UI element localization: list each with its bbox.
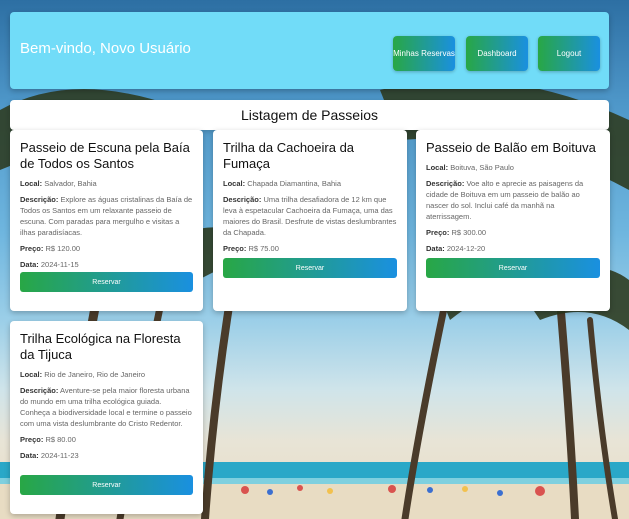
date-value: 2024-11-15 <box>40 260 79 269</box>
location-value: Chapada Diamantina, Bahia <box>247 179 341 188</box>
tour-location: Local: Chapada Diamantina, Bahia <box>223 178 397 189</box>
location-value: Salvador, Bahia <box>44 179 97 188</box>
location-label: Local: <box>20 370 43 379</box>
tour-title: Passeio de Balão em Boituva <box>426 140 596 155</box>
description-label: Descrição: <box>426 179 465 188</box>
tour-date: Data: 2024-11-15 <box>20 259 193 270</box>
date-label: Data: <box>426 244 445 253</box>
listing-title: Listagem de Passeios <box>10 100 609 130</box>
date-label: Data: <box>20 451 39 460</box>
location-value: Rio de Janeiro, Rio de Janeiro <box>44 370 146 379</box>
price-label: Preço: <box>20 435 44 444</box>
date-value: 2024-11-23 <box>40 451 79 460</box>
tour-price: Preço: R$ 300.00 <box>426 227 600 238</box>
tour-title: Trilha da Cachoeira da Fumaça <box>223 140 355 171</box>
location-value: Boituva, São Paulo <box>450 163 514 172</box>
tour-location: Local: Salvador, Bahia <box>20 178 193 189</box>
location-label: Local: <box>223 179 246 188</box>
tour-description: Descrição: Explore as águas cristalinas … <box>20 194 193 238</box>
my-reservations-button[interactable]: Minhas Reservas <box>393 36 455 71</box>
description-label: Descrição: <box>223 195 262 204</box>
description-label: Descrição: <box>20 195 59 204</box>
date-label: Data: <box>20 260 39 269</box>
reserve-button[interactable]: Reservar <box>223 258 397 278</box>
price-value: R$ 75.00 <box>248 244 279 253</box>
tour-price: Preço: R$ 80.00 <box>20 434 193 445</box>
tour-location: Local: Boituva, São Paulo <box>426 162 600 173</box>
dashboard-button[interactable]: Dashboard <box>466 36 528 71</box>
tour-card: Trilha Ecológica na Floresta da Tijuca L… <box>10 321 203 514</box>
tour-card: Passeio de Escuna pela Baía de Todos os … <box>10 130 203 311</box>
price-label: Preço: <box>223 244 247 253</box>
tour-price: Preço: R$ 120.00 <box>20 243 193 254</box>
price-value: R$ 120.00 <box>45 244 81 253</box>
tour-card: Trilha da Cachoeira da Fumaça Local: Cha… <box>213 130 407 311</box>
reserve-button[interactable]: Reservar <box>20 475 193 495</box>
tour-date: Data: 2024-12-20 <box>426 243 600 254</box>
location-label: Local: <box>426 163 449 172</box>
tour-location: Local: Rio de Janeiro, Rio de Janeiro <box>20 369 193 380</box>
price-label: Preço: <box>426 228 450 237</box>
price-value: R$ 80.00 <box>45 435 76 444</box>
location-label: Local: <box>20 179 43 188</box>
reserve-button[interactable]: Reservar <box>20 272 193 292</box>
welcome-message: Bem-vindo, Novo Usuário <box>20 40 191 57</box>
header-bar: Bem-vindo, Novo Usuário Minhas Reservas … <box>10 12 609 89</box>
tour-title: Trilha Ecológica na Floresta da Tijuca <box>20 331 181 362</box>
price-label: Preço: <box>20 244 44 253</box>
reserve-button[interactable]: Reservar <box>426 258 600 278</box>
tour-price: Preço: R$ 75.00 <box>223 243 397 254</box>
date-value: 2024-12-20 <box>446 244 486 253</box>
tour-description: Descrição: Uma trilha desafiadora de 12 … <box>223 194 397 238</box>
logout-button[interactable]: Logout <box>538 36 600 71</box>
tour-card: Passeio de Balão em Boituva Local: Boitu… <box>416 130 610 311</box>
price-value: R$ 300.00 <box>451 228 487 237</box>
tour-title: Passeio de Escuna pela Baía de Todos os … <box>20 140 190 171</box>
tour-description: Descrição: Aventure-se pela maior flores… <box>20 385 193 429</box>
description-label: Descrição: <box>20 386 59 395</box>
tour-date: Data: 2024-11-23 <box>20 450 193 461</box>
tour-description: Descrição: Voe alto e aprecie as paisage… <box>426 178 600 222</box>
